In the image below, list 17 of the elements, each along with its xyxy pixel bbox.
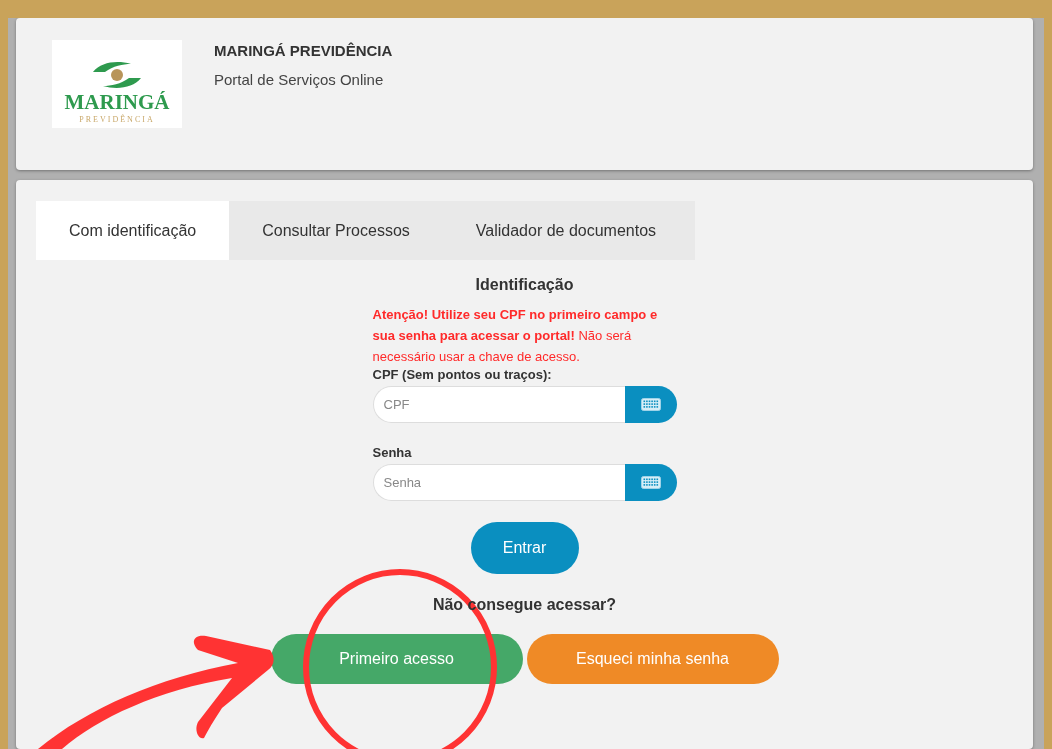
keyboard-button[interactable] [624, 464, 677, 501]
field-label: Senha [372, 445, 413, 460]
warning-text: Atenção! Utilize seu CPF no primeiro campo e sua senha para acessar o portal! Não será necessário usar a chave de acesso. [372, 306, 659, 366]
keyboard-icon [640, 398, 661, 411]
portal-title: MARINGÁ PREVIDÊNCIA [214, 42, 393, 59]
form-heading: Identificação [474, 276, 575, 294]
tab[interactable]: Com identificação [36, 201, 230, 260]
tab[interactable]: Validador de documentos [442, 201, 690, 260]
keyboard-button[interactable] [624, 386, 677, 423]
logo: MARINGÁ PREVIDÊNCIA [52, 40, 182, 128]
login-button[interactable]: Entrar [470, 522, 579, 574]
tab[interactable]: Consultar Processos [229, 201, 443, 260]
portal-subtitle: Portal de Serviços Online [214, 71, 385, 88]
field-label: CPF (Sem pontos ou traços): [372, 367, 553, 382]
keyboard-icon [640, 476, 661, 489]
input-field[interactable]: Senha [372, 464, 625, 501]
input-field[interactable]: CPF [372, 386, 625, 423]
